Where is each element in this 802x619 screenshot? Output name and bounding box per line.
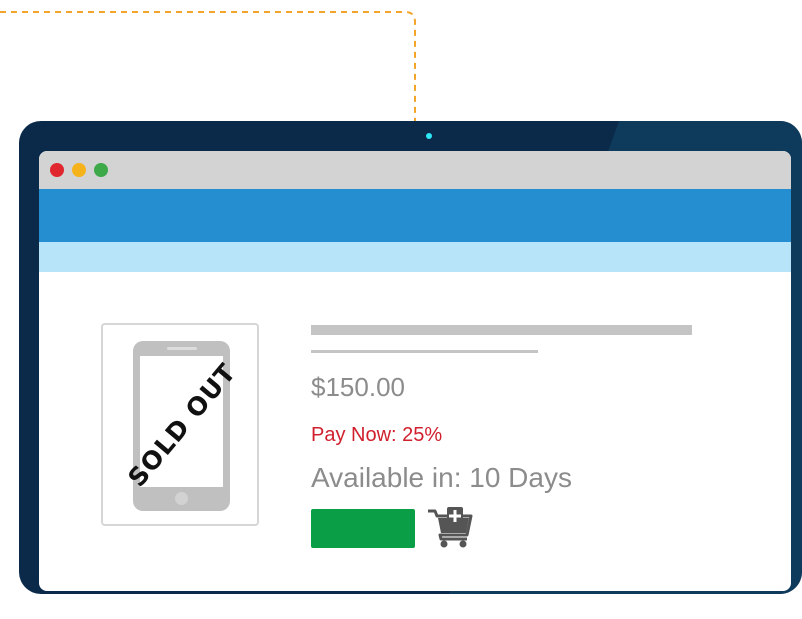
- tablet-device: SOLD OUT $150.00 Pay Now: 25% Available …: [19, 121, 802, 594]
- product-title-placeholder: [311, 325, 692, 335]
- phone-speaker: [167, 347, 197, 350]
- site-header-bar: [39, 189, 791, 242]
- phone-home-button: [175, 492, 188, 505]
- browser-window: SOLD OUT $150.00 Pay Now: 25% Available …: [39, 151, 791, 591]
- product-subtitle-placeholder: [311, 350, 538, 353]
- add-to-cart-icon[interactable]: [427, 507, 473, 549]
- product-image[interactable]: SOLD OUT: [101, 323, 259, 526]
- product-price: $150.00: [311, 372, 405, 402]
- site-subnav-bar: [39, 242, 791, 272]
- minimize-window-button[interactable]: [72, 163, 86, 177]
- pay-now-label: Pay Now: 25%: [311, 424, 443, 446]
- buy-button[interactable]: [311, 509, 415, 548]
- dashed-connector-line: [0, 11, 416, 122]
- illustration: SOLD OUT $150.00 Pay Now: 25% Available …: [0, 0, 802, 619]
- close-window-button[interactable]: [50, 163, 64, 177]
- browser-titlebar: [39, 151, 791, 189]
- availability-label: Available in: 10 Days: [311, 462, 572, 493]
- maximize-window-button[interactable]: [94, 163, 108, 177]
- camera-icon: [426, 133, 432, 139]
